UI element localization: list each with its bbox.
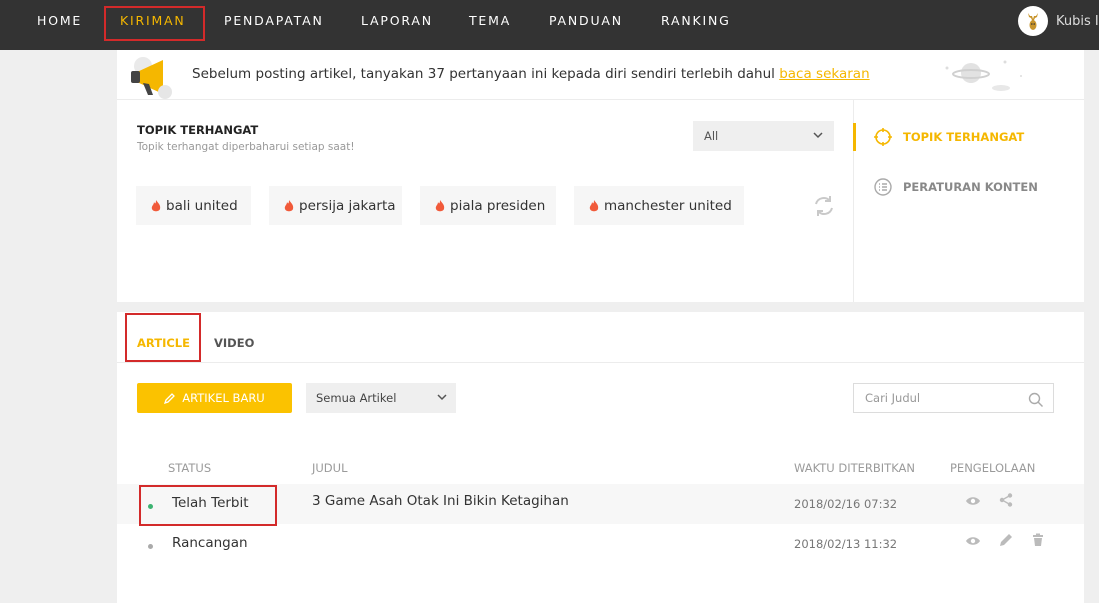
row-published-time: 2018/02/13 11:32 — [794, 537, 898, 551]
search-icon[interactable] — [1028, 390, 1044, 418]
sidebar-item-label: TOPIK TERHANGAT — [903, 130, 1025, 144]
deer-logo-icon — [1018, 6, 1048, 36]
megaphone-icon — [129, 54, 185, 99]
column-header-pengelolaan: PENGELOLAAN — [950, 461, 1036, 475]
chip-label: persija jakarta — [299, 197, 396, 214]
refresh-icon[interactable] — [811, 193, 837, 219]
trending-filter-select[interactable]: All — [693, 121, 834, 151]
nav-laporan[interactable]: LAPORAN — [361, 0, 433, 42]
trending-title: TOPIK TERHANGAT — [137, 123, 259, 137]
sidebar-item-topik-terhangat[interactable]: TOPIK TERHANGAT — [873, 126, 1024, 148]
column-header-judul: JUDUL — [312, 461, 348, 475]
trending-chip[interactable]: piala presiden — [420, 186, 556, 225]
status-dot — [148, 544, 153, 549]
new-article-label: ARTIKEL BARU — [182, 391, 265, 405]
new-article-button[interactable]: ARTIKEL BARU — [137, 383, 292, 413]
pencil-icon — [164, 392, 176, 404]
column-header-waktu: WAKTU DITERBITKAN — [794, 461, 915, 475]
eye-icon[interactable] — [965, 533, 981, 549]
annotation-highlight-kiriman — [104, 6, 205, 41]
eye-icon[interactable] — [965, 493, 981, 509]
chip-label: piala presiden — [450, 197, 546, 214]
flame-icon — [588, 199, 600, 213]
chip-label: bali united — [166, 197, 238, 214]
nav-tema[interactable]: TEMA — [469, 0, 511, 42]
nav-panduan[interactable]: PANDUAN — [549, 0, 623, 42]
target-icon — [873, 127, 893, 147]
notice-banner: Sebelum posting artikel, tanyakan 37 per… — [117, 50, 1084, 100]
list-icon — [873, 177, 893, 197]
user-name: Kubis I — [1056, 13, 1099, 29]
trending-chip[interactable]: manchester united — [574, 186, 744, 225]
notice-text: Sebelum posting artikel, tanyakan 37 per… — [192, 66, 870, 82]
article-filter-value: Semua Artikel — [316, 391, 397, 405]
articles-card: ARTICLE VIDEO ARTIKEL BARU Semua Artikel… — [117, 312, 1084, 603]
row-title-link[interactable]: 3 Game Asah Otak Ini Bikin Ketagihan — [312, 493, 569, 509]
search-title-input[interactable]: Cari Judul — [853, 383, 1054, 413]
tabs-divider — [117, 362, 1084, 363]
trash-icon[interactable] — [1030, 532, 1046, 548]
chip-label: manchester united — [604, 197, 732, 214]
trending-chip[interactable]: persija jakarta — [269, 186, 402, 225]
top-navbar: HOME KIRIMAN PENDAPATAN LAPORAN TEMA PAN… — [0, 0, 1099, 50]
trending-chip[interactable]: bali united — [136, 186, 251, 225]
column-header-status: STATUS — [168, 461, 212, 475]
notice-message: Sebelum posting artikel, tanyakan 37 per… — [192, 66, 775, 82]
article-filter-select[interactable]: Semua Artikel — [306, 383, 456, 413]
tab-video[interactable]: VIDEO — [214, 336, 254, 350]
sidebar-item-peraturan-konten[interactable]: PERATURAN KONTEN — [873, 176, 1038, 198]
trending-subtitle: Topik terhangat diperbaharui setiap saat… — [137, 141, 355, 153]
user-menu[interactable]: Kubis I — [1018, 6, 1099, 36]
search-placeholder: Cari Judul — [865, 391, 921, 405]
chevron-down-icon — [436, 383, 448, 424]
flame-icon — [283, 199, 295, 213]
flame-icon — [150, 199, 162, 213]
planet-decoration-icon — [937, 56, 1027, 99]
sidebar-item-label: PERATURAN KONTEN — [903, 180, 1038, 194]
nav-home[interactable]: HOME — [37, 0, 82, 42]
nav-pendapatan[interactable]: PENDAPATAN — [224, 0, 324, 42]
pencil-icon[interactable] — [998, 532, 1014, 548]
row-published-time: 2018/02/16 07:32 — [794, 497, 898, 511]
share-icon[interactable] — [998, 492, 1014, 508]
row-status: Rancangan — [172, 535, 248, 551]
annotation-highlight-article-tab — [125, 313, 201, 362]
trending-card: TOPIK TERHANGAT Topik terhangat diperbah… — [117, 100, 1084, 302]
annotation-highlight-status — [139, 485, 277, 526]
notice-read-link[interactable]: baca sekaran — [779, 66, 869, 82]
trending-filter-value: All — [704, 129, 719, 143]
flame-icon — [434, 199, 446, 213]
chevron-down-icon — [812, 121, 824, 162]
nav-ranking[interactable]: RANKING — [661, 0, 731, 42]
sidebar-active-indicator — [853, 123, 856, 151]
